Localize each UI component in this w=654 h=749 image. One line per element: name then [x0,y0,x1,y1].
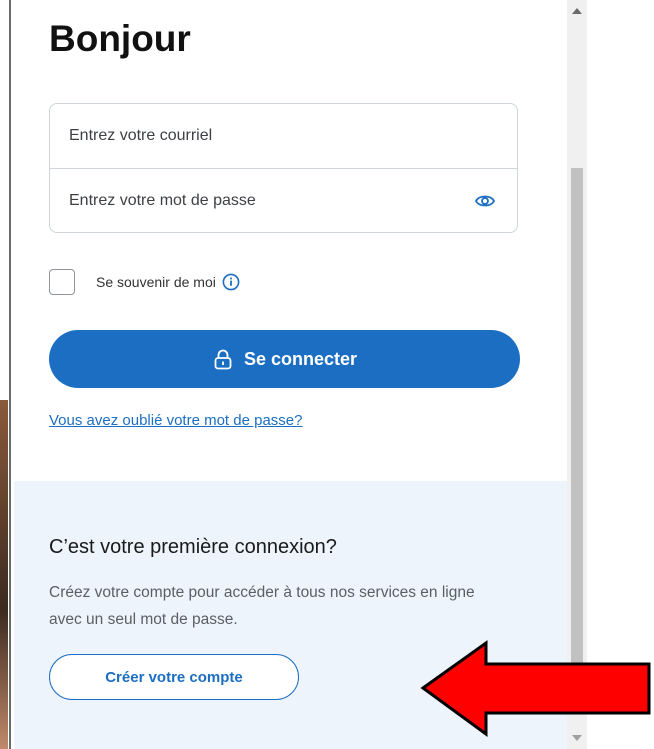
eye-icon[interactable] [475,193,495,209]
create-account-label: Créer votre compte [105,668,243,686]
scroll-up-icon[interactable] [572,8,582,14]
login-panel: Bonjour Entrez votre courriel Entrez vot… [14,0,567,749]
login-button[interactable]: Se connecter [49,330,520,388]
signup-description: Créez votre compte pour accéder à tous n… [49,584,475,628]
remember-me-label: Se souvenir de moi [96,274,216,290]
email-placeholder: Entrez votre courriel [69,127,213,144]
forgot-password-link[interactable]: Vous avez oublié votre mot de passe? [49,412,303,429]
login-button-label: Se connecter [243,348,358,369]
arrow-icon [420,640,651,737]
signup-title: C’est votre première connexion? [49,536,337,558]
page-title: Bonjour [49,18,191,59]
info-icon[interactable] [222,273,240,291]
credentials-group: Entrez votre courriel Entrez votre mot d… [49,103,518,233]
scrollbar[interactable] [567,0,587,749]
scrollbar-thumb[interactable] [571,168,583,708]
email-field[interactable]: Entrez votre courriel [50,104,517,169]
password-field[interactable]: Entrez votre mot de passe [50,169,517,233]
background-window-strip [0,400,8,749]
lock-icon [214,349,232,370]
remember-me-checkbox[interactable] [49,269,75,295]
password-placeholder: Entrez votre mot de passe [69,192,256,209]
create-account-button[interactable]: Créer votre compte [49,654,299,700]
remember-me: Se souvenir de moi [49,269,240,295]
left-border [9,0,11,749]
